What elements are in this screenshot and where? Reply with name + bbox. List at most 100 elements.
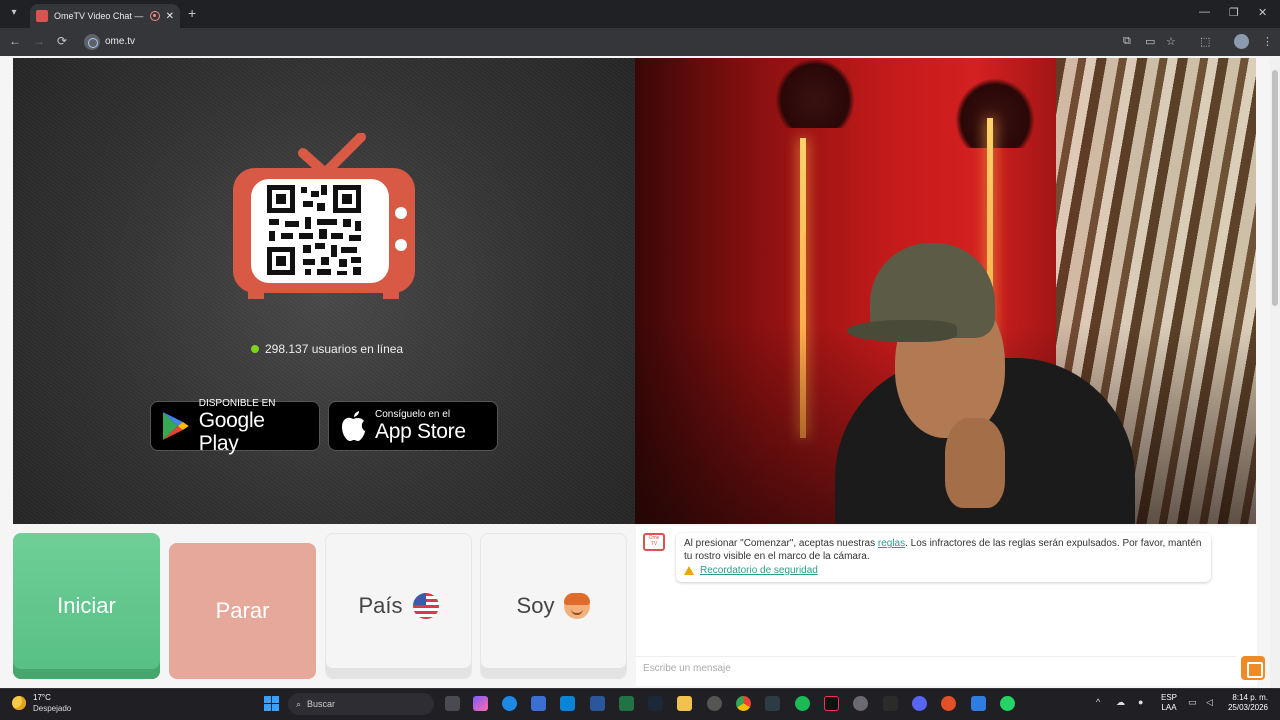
app-icon[interactable] xyxy=(765,696,780,711)
google-play-big-text: Google Play xyxy=(198,408,265,455)
system-clock[interactable]: 8:14 p. m. 25/03/2026 xyxy=(1224,693,1268,713)
new-tab-button[interactable]: + xyxy=(188,6,196,20)
edge-icon[interactable] xyxy=(502,696,517,711)
system-notice-message: Al presionar "Comenzar", aceptas nuestra… xyxy=(676,533,1211,582)
self-camera-video xyxy=(635,58,1256,524)
rules-link[interactable]: reglas xyxy=(878,538,905,549)
weather-description: Despejado xyxy=(33,704,72,713)
qr-tv-logo-icon xyxy=(233,133,415,299)
menu-kebab-icon[interactable]: ⋮ xyxy=(1262,35,1273,48)
online-users-indicator: 298.137 usuarios en línea xyxy=(251,342,403,356)
bookmark-star-icon[interactable]: ☆ xyxy=(1166,35,1176,48)
restore-button[interactable]: ❐ xyxy=(1229,6,1239,19)
translate-icon[interactable]: ⧉ xyxy=(1123,35,1131,48)
us-flag-icon xyxy=(412,593,439,619)
google-play-small-text: DISPONIBLE EN xyxy=(198,397,276,409)
scrollbar-thumb[interactable] xyxy=(1272,70,1278,306)
app-store-small-text: Consíguelo en el xyxy=(375,409,451,420)
volume-icon[interactable]: ◁ xyxy=(1206,697,1213,708)
task-view-icon[interactable] xyxy=(445,696,460,711)
network-icon[interactable]: ▭ xyxy=(1188,697,1197,708)
online-users-count: 298.137 usuarios en línea xyxy=(265,342,404,356)
weather-moon-icon[interactable] xyxy=(12,696,26,710)
chat-message-input[interactable] xyxy=(636,656,1236,680)
clock-time: 8:14 p. m. xyxy=(1232,693,1268,702)
forward-button[interactable]: → xyxy=(33,34,45,48)
boy-emoji-icon xyxy=(564,593,591,619)
browser-tab-bar: ▾ OmeTV Video Chat — Omegle ✕ + — ❐ ✕ xyxy=(0,0,1280,28)
file-explorer-icon[interactable] xyxy=(677,696,692,711)
ometv-favicon-icon xyxy=(36,10,48,22)
windows-taskbar xyxy=(0,688,1280,720)
whatsapp-icon[interactable] xyxy=(1000,696,1015,711)
start-button[interactable]: Iniciar xyxy=(13,533,160,679)
browser-tab[interactable]: OmeTV Video Chat — Omegle ✕ xyxy=(30,4,180,28)
app-icon[interactable] xyxy=(941,696,956,711)
windows-start-icon[interactable] xyxy=(264,696,279,711)
stop-button-label: Parar xyxy=(215,598,270,623)
excel-icon[interactable] xyxy=(619,696,634,711)
browser-toolbar: ← → ⟳ xyxy=(0,28,1280,56)
app-icon[interactable] xyxy=(707,696,722,711)
stop-button[interactable]: Parar xyxy=(169,543,316,679)
person-cap-brim xyxy=(847,320,957,342)
apple-logo-icon xyxy=(342,411,365,441)
profile-avatar[interactable] xyxy=(1234,34,1249,49)
reload-button[interactable]: ⟳ xyxy=(57,34,67,48)
mail-icon[interactable] xyxy=(560,696,575,711)
address-bar[interactable]: ome.tv xyxy=(105,36,135,47)
tab-search-icon[interactable]: ▾ xyxy=(6,5,22,21)
extensions-icon[interactable]: ⬚ xyxy=(1200,35,1210,48)
tab-close-icon[interactable]: ✕ xyxy=(166,11,174,22)
cast-icon[interactable]: ▭ xyxy=(1145,35,1155,48)
clock-date: 25/03/2026 xyxy=(1227,703,1268,712)
search-icon: ⌕ xyxy=(296,698,302,709)
plant-silhouette xyxy=(955,78,1035,148)
epic-games-icon[interactable] xyxy=(883,696,898,711)
taskbar-search-box[interactable]: ⌕ Buscar xyxy=(288,693,434,715)
store-icon[interactable] xyxy=(531,696,546,711)
report-screenshot-button[interactable] xyxy=(1241,656,1265,680)
country-label: País xyxy=(358,593,403,618)
stranger-video-panel: 298.137 usuarios en línea DISPONIBLE EN … xyxy=(13,58,635,524)
plant-silhouette xyxy=(775,58,855,128)
gender-label: Soy xyxy=(516,593,555,618)
discord-icon[interactable] xyxy=(912,696,927,711)
ometv-chat-logo-icon: Ome TV xyxy=(643,533,665,551)
gender-selector-button[interactable]: Soy xyxy=(480,533,627,679)
tab-title: OmeTV Video Chat — Omegle xyxy=(54,11,144,21)
google-play-badge[interactable]: DISPONIBLE EN Google Play xyxy=(150,397,320,455)
back-button[interactable]: ← xyxy=(9,34,21,48)
google-play-icon xyxy=(162,412,189,440)
steam-icon[interactable] xyxy=(648,696,663,711)
language-top: ESP xyxy=(1161,693,1178,702)
language-indicator[interactable]: ESP LAA xyxy=(1161,693,1177,713)
safety-reminder-row: Recordatorio de seguridad xyxy=(684,564,1203,577)
settings-gear-icon[interactable] xyxy=(853,696,868,711)
app-store-badge[interactable]: Consíguelo en el App Store xyxy=(328,401,498,451)
site-info-icon[interactable] xyxy=(84,34,100,50)
copilot-icon[interactable] xyxy=(473,696,488,711)
weather-temperature: 17°C xyxy=(33,693,51,702)
tray-app-icon[interactable]: ☁ xyxy=(1116,697,1125,708)
app-store-big-text: App Store xyxy=(375,420,466,443)
person-hand xyxy=(945,418,1005,508)
notice-text-part: Al presionar "Comenzar", aceptas nuestra… xyxy=(684,538,878,549)
warning-icon xyxy=(684,566,694,575)
spotify-icon[interactable] xyxy=(795,696,810,711)
start-button-label: Iniciar xyxy=(57,593,116,618)
chrome-icon[interactable] xyxy=(736,696,751,711)
tiktok-icon[interactable] xyxy=(824,696,839,711)
safety-reminder-link[interactable]: Recordatorio de seguridad xyxy=(700,564,818,577)
country-selector-button[interactable]: País xyxy=(325,533,472,679)
security-shield-icon[interactable] xyxy=(971,696,986,711)
word-icon[interactable] xyxy=(590,696,605,711)
window-close-button[interactable]: ✕ xyxy=(1258,6,1267,19)
recording-indicator-icon xyxy=(149,11,160,21)
notice-text: Al presionar "Comenzar", aceptas nuestra… xyxy=(684,537,1203,563)
microphone-icon[interactable]: ● xyxy=(1138,697,1143,707)
online-status-dot-icon xyxy=(251,345,259,353)
language-bottom: LAA xyxy=(1161,703,1177,712)
tray-overflow-icon[interactable]: ^ xyxy=(1096,697,1100,707)
minimize-button[interactable]: — xyxy=(1199,6,1210,18)
